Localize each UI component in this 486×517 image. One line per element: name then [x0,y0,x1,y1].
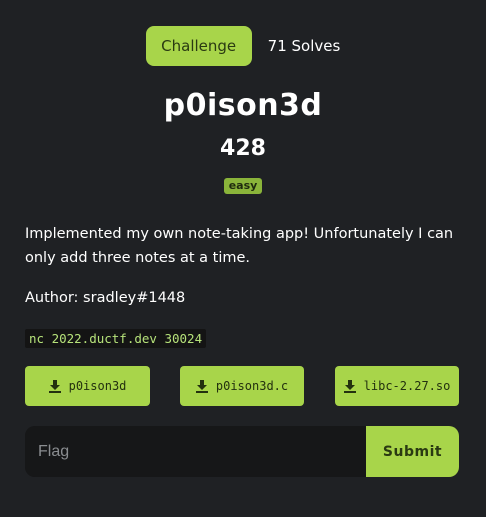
tag-container: easy [0,178,486,194]
tab-challenge[interactable]: Challenge [145,26,252,66]
challenge-description: Implemented my own note-taking app! Unfo… [25,226,454,266]
download-label: p0ison3d.c [215,379,289,393]
download-icon [195,379,208,393]
tab-solves[interactable]: 71 Solves [268,26,341,66]
download-button-libc[interactable]: libc-2.27.so [335,366,459,406]
challenge-tabs: Challenge 71 Solves [0,26,486,66]
challenge-title: p0ison3d [163,88,323,123]
download-icon [48,379,61,393]
difficulty-badge: easy [223,178,263,194]
flag-submit-form: Submit [25,426,459,477]
download-button-p0ison3d-c[interactable]: p0ison3d.c [180,366,304,406]
download-label: libc-2.27.so [363,379,451,393]
challenge-author: Author: sradley#1448 [25,290,186,306]
download-label: p0ison3d [68,379,127,393]
connection-command: nc 2022.ductf.dev 30024 [25,329,207,348]
download-button-p0ison3d[interactable]: p0ison3d [25,366,150,406]
challenge-points: 428 [220,136,266,161]
flag-input[interactable] [25,426,366,477]
submit-button[interactable]: Submit [366,426,459,477]
download-icon [343,379,356,393]
